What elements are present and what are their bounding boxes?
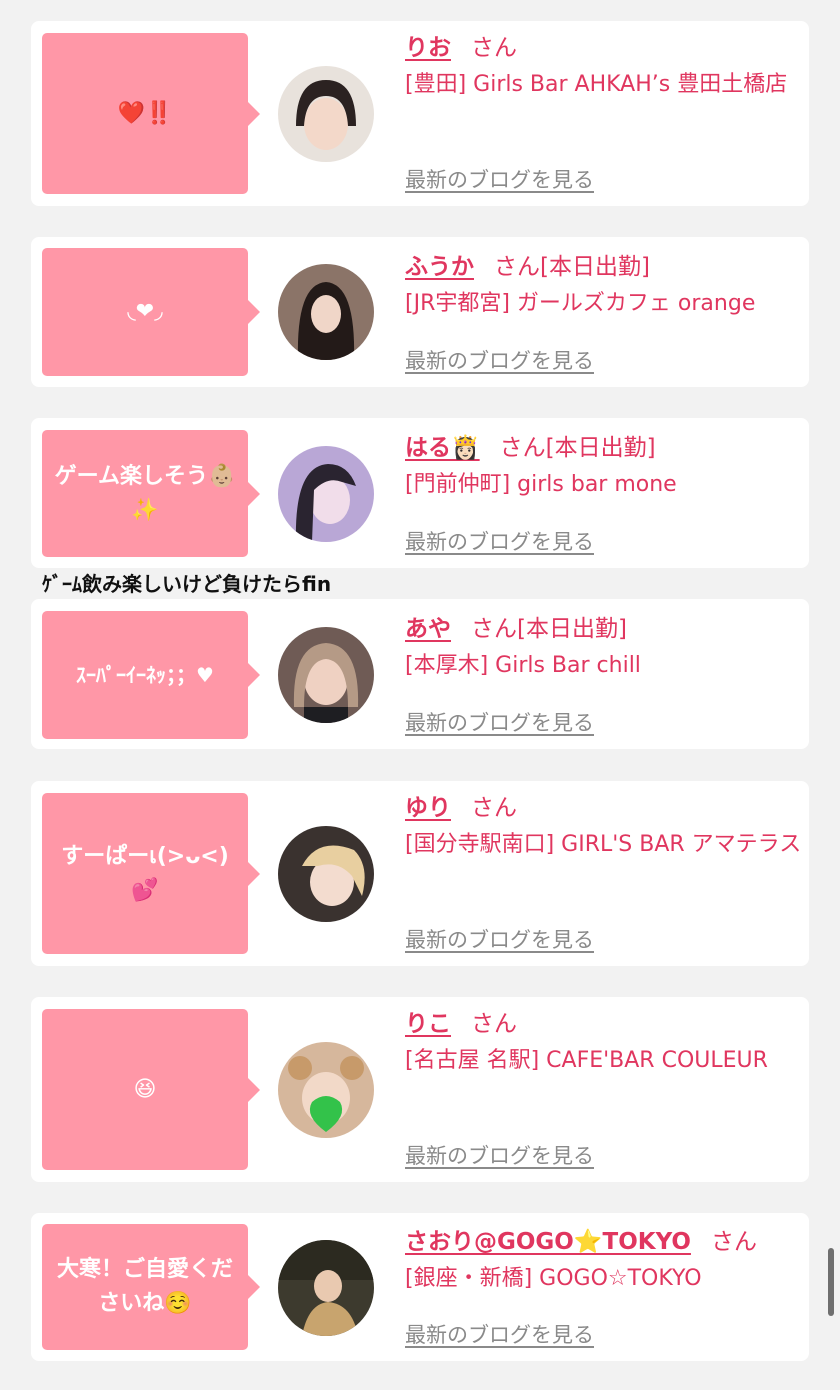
honorific: さん [471, 795, 517, 821]
avatar[interactable] [278, 66, 374, 162]
honorific: さん [471, 1011, 517, 1037]
girl-card[interactable]: すーぱーเ(>ᴗ<) 💕 ゆり さん [国分寺駅南口] GIRL'S BAR アマ… [31, 781, 809, 966]
girl-card[interactable]: ゲーム楽しそう👶🏼 ✨ はる👸🏻 さん[本日出勤] [門前仲町] girls ba… [31, 418, 809, 568]
girl-name-link[interactable]: あや [405, 616, 451, 642]
latest-blog-link[interactable]: 最新のブログを見る [405, 345, 594, 375]
comment-bubble: 😆 [42, 1009, 260, 1170]
latest-blog-link[interactable]: 最新のブログを見る [405, 164, 594, 194]
honorific: さん [471, 616, 517, 642]
shop-name: [JR宇都宮] ガールズカフェ orange [405, 291, 756, 316]
shop-name: [銀座・新橋] GOGO☆TOKYO [405, 1266, 702, 1291]
girl-card[interactable]: 😆 りこ さん [名古屋 名駅] CAFE'BAR COULEUR 最新のブログを… [31, 997, 809, 1182]
comment-bubble: ❤️‼️ [42, 33, 260, 194]
latest-blog-link[interactable]: 最新のブログを見る [405, 1140, 594, 1170]
girl-card[interactable]: ｽｰﾊﾟｰｲｰﾈｯ；；♥ あや さん[本日出勤] [本厚木] Girls Bar … [31, 599, 809, 749]
girl-name-link[interactable]: はる👸🏻 [405, 435, 480, 461]
comment-bubble: ｽｰﾊﾟｰｲｰﾈｯ；；♥ [42, 611, 260, 739]
shop-name: [国分寺駅南口] GIRL'S BAR アマテラス [405, 832, 802, 857]
status-badge: [本日出勤] [545, 435, 656, 461]
scrollbar[interactable] [828, 1248, 834, 1316]
girl-name-link[interactable]: ふうか [405, 254, 474, 280]
girl-name-link[interactable]: りお [405, 35, 451, 61]
latest-blog-link[interactable]: 最新のブログを見る [405, 707, 594, 737]
avatar[interactable] [278, 1240, 374, 1336]
girl-card[interactable]: ◟❤︎◞ ふうか さん[本日出勤] [JR宇都宮] ガールズカフェ orange … [31, 237, 809, 387]
girl-name-link[interactable]: りこ [405, 1011, 451, 1037]
status-badge: [本日出勤] [517, 616, 627, 642]
comment-text: ｹﾞｰﾑ飲み楽しいけど負けたらfin [42, 572, 332, 596]
honorific: さん [710, 1229, 757, 1255]
girl-card[interactable]: 大寒！ご自愛くださいね☺️ さおり@GOGO⭐️TOKYO さん [銀座・新橋] … [31, 1213, 809, 1361]
latest-blog-link[interactable]: 最新のブログを見る [405, 924, 594, 954]
shop-name: [豊田] Girls Bar AHKAH’s 豊田土橋店 [405, 72, 788, 97]
comment-bubble: 大寒！ご自愛くださいね☺️ [42, 1224, 260, 1350]
comment-bubble: ◟❤︎◞ [42, 248, 260, 376]
comment-bubble: ゲーム楽しそう👶🏼 ✨ [42, 430, 260, 557]
avatar[interactable] [278, 446, 374, 542]
honorific: さん [499, 435, 546, 461]
shop-name: [門前仲町] girls bar mone [405, 472, 677, 497]
girl-name-link[interactable]: ゆり [405, 795, 451, 821]
latest-blog-link[interactable]: 最新のブログを見る [405, 1319, 594, 1349]
girl-name-link[interactable]: さおり@GOGO⭐️TOKYO [405, 1229, 691, 1255]
avatar[interactable] [278, 826, 374, 922]
shop-name: [名古屋 名駅] CAFE'BAR COULEUR [405, 1048, 768, 1073]
girl-card[interactable]: ❤️‼️ りお さん [豊田] Girls Bar AHKAH’s 豊田土橋店 最… [31, 21, 809, 206]
status-badge: [本日出勤] [540, 254, 650, 280]
comment-bubble: すーぱーเ(>ᴗ<) 💕 [42, 793, 260, 954]
avatar[interactable] [278, 627, 374, 723]
latest-blog-link[interactable]: 最新のブログを見る [405, 526, 594, 556]
honorific: さん [471, 35, 517, 61]
honorific: さん [494, 254, 540, 280]
avatar[interactable] [278, 1042, 374, 1138]
shop-name: [本厚木] Girls Bar chill [405, 653, 641, 678]
avatar[interactable] [278, 264, 374, 360]
